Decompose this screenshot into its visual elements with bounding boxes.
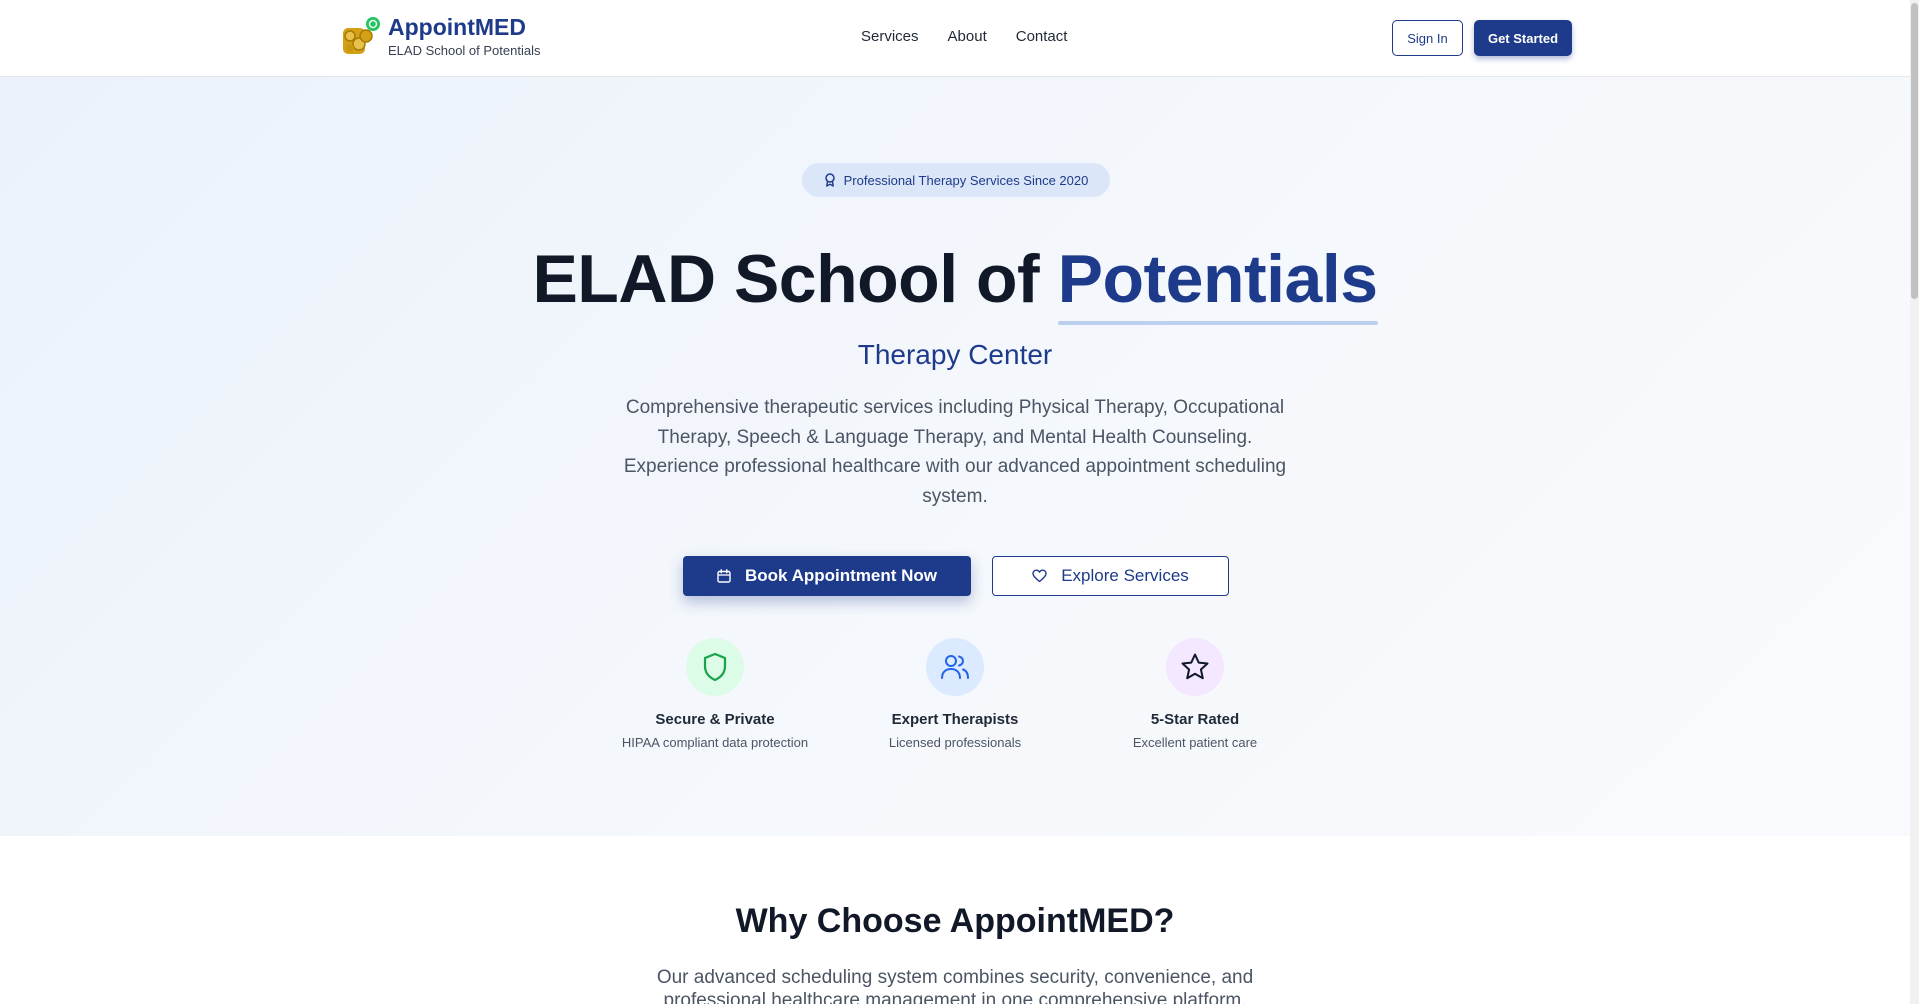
since-badge: Professional Therapy Services Since 2020 (802, 163, 1110, 197)
award-icon (824, 173, 835, 187)
title-main: ELAD School of (532, 241, 1058, 317)
why-section-description: Our advanced scheduling system combines … (656, 967, 1254, 1004)
feature-description: Licensed professionals (888, 735, 1022, 750)
feature-icon-circle (1166, 638, 1224, 696)
badge-label: Professional Therapy Services Since 2020 (843, 172, 1089, 188)
feature-secure: Secure & Private HIPAA compliant data pr… (605, 638, 825, 750)
brand-subtitle: ELAD School of Potentials (388, 43, 541, 58)
why-section-title: Why Choose AppointMED? (735, 902, 1175, 940)
scrollbar-thumb[interactable] (1911, 3, 1918, 299)
hero-section: Professional Therapy Services Since 2020… (0, 77, 1910, 836)
main-nav: Services About Contact (861, 28, 1067, 45)
star-icon (1181, 653, 1209, 680)
feature-expert: Expert Therapists Licensed professionals (845, 638, 1065, 750)
feature-description: HIPAA compliant data protection (621, 735, 809, 750)
brand[interactable]: AppointMED ELAD School of Potentials (340, 14, 540, 59)
sign-in-button[interactable]: Sign In (1392, 20, 1463, 56)
nav-about-link[interactable]: About (948, 28, 987, 45)
feature-icon-circle (686, 638, 744, 696)
calendar-icon (717, 569, 731, 583)
page-scrollbar[interactable] (1910, 0, 1919, 1004)
get-started-button[interactable]: Get Started (1474, 20, 1572, 56)
hero-description: Comprehensive therapeutic services inclu… (623, 397, 1287, 507)
brand-name: AppointMED (388, 14, 526, 40)
feature-description: Excellent patient care (1132, 735, 1258, 750)
brand-logo-icon (343, 17, 380, 54)
feature-title: 5-Star Rated (1150, 711, 1240, 728)
book-appointment-label: Book Appointment Now (744, 566, 937, 585)
feature-rated: 5-Star Rated Excellent patient care (1085, 638, 1305, 750)
shield-icon (703, 652, 727, 682)
heart-icon (1032, 569, 1047, 583)
nav-services-link[interactable]: Services (861, 28, 919, 45)
explore-services-button[interactable]: Explore Services (992, 556, 1229, 596)
title-accent: Potentials (1057, 241, 1378, 325)
explore-services-label: Explore Services (1061, 566, 1189, 585)
users-icon (941, 655, 969, 679)
hero-subtitle: Therapy Center (857, 339, 1053, 370)
feature-icon-circle (926, 638, 984, 696)
feature-title: Expert Therapists (891, 711, 1019, 728)
feature-title: Secure & Private (655, 711, 775, 728)
book-appointment-button[interactable]: Book Appointment Now (683, 556, 971, 596)
nav-contact-link[interactable]: Contact (1016, 28, 1068, 45)
site-header: AppointMED ELAD School of Potentials Ser… (0, 0, 1910, 77)
page-title: ELAD School of Potentials (0, 239, 1910, 325)
